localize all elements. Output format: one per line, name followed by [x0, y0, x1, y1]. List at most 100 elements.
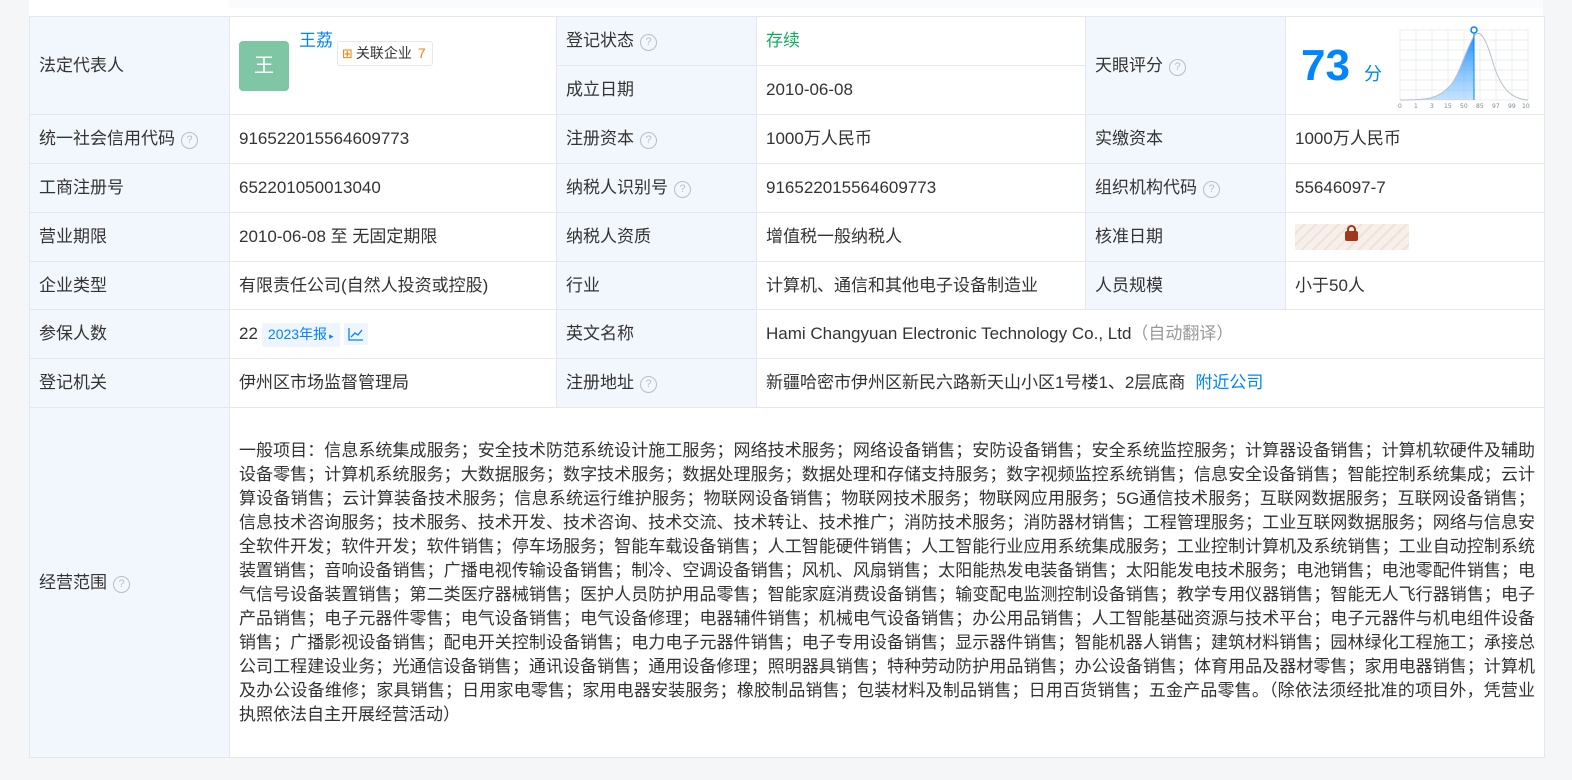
locked-value-button[interactable]: [1295, 224, 1409, 250]
label-company-type-text: 企业类型: [39, 275, 107, 295]
company-info-table: 法定代表人 王王荔⊞ 关联企业 7 登记状态? 存续 天眼评分? 73 分 0 …: [29, 16, 1545, 758]
nearby-companies-link[interactable]: 附近公司: [1195, 373, 1263, 392]
business-scope-value: 一般项目：信息系统集成服务；安全技术防范系统设计施工服务；网络技术服务；网络设备…: [229, 407, 1545, 758]
english-name-cell: Hami Changyuan Electronic Technology Co.…: [756, 309, 1545, 359]
label-taxpayer-id: 纳税人识别号?: [556, 163, 757, 213]
top-strip: [29, 0, 1543, 17]
related-companies-button[interactable]: ⊞ 关联企业 7: [337, 40, 433, 66]
score-axis-tick: 1: [1414, 103, 1418, 110]
label-english-name-text: 英文名称: [566, 324, 634, 343]
help-circle-icon[interactable]: ?: [640, 34, 657, 51]
founded-value: 2010-06-08: [756, 65, 1086, 115]
row-legal-rep: 法定代表人 王王荔⊞ 关联企业 7 登记状态? 存续 天眼评分? 73 分 0 …: [29, 16, 1545, 115]
biz-reg-no-value: 652201050013040: [229, 163, 557, 213]
label-founded-text: 成立日期: [566, 80, 634, 99]
label-biz-term: 营业期限: [29, 212, 230, 262]
help-circle-icon[interactable]: ?: [674, 181, 691, 198]
row-biz-term: 营业期限 2010-06-08 至 无固定期限 纳税人资质 增值税一般纳税人 核…: [29, 212, 1545, 262]
score-axis-tick: 97: [1492, 103, 1500, 110]
label-english-name: 英文名称: [556, 309, 757, 359]
label-scope: 经营范围?: [29, 407, 230, 758]
label-paid-capital-text: 实缴资本: [1095, 129, 1163, 148]
label-reg-capital-text: 注册资本: [566, 129, 634, 148]
row-scope: 经营范围? 一般项目：信息系统集成服务；安全技术防范系统设计施工服务；网络技术服…: [29, 407, 1545, 758]
taxpayer-qual-value: 增值税一般纳税人: [756, 212, 1086, 262]
label-staff-size-text: 人员规模: [1095, 275, 1163, 295]
row-biz-reg-no: 工商注册号 652201050013040 纳税人识别号? 9165220155…: [29, 163, 1545, 213]
triangle-right-icon: ▸: [329, 330, 334, 341]
label-insured-text: 参保人数: [39, 324, 107, 343]
org-code-value: 55646097-7: [1285, 163, 1545, 213]
label-reg-authority-text: 登记机关: [39, 373, 107, 392]
row-insured: 参保人数 22 2023年报 ▸ 英文名称 Hami Changyuan Elect…: [29, 309, 1545, 359]
label-founded: 成立日期: [556, 65, 757, 115]
label-paid-capital: 实缴资本: [1085, 114, 1286, 164]
label-credit-code-text: 统一社会信用代码: [39, 129, 175, 148]
help-circle-icon[interactable]: ?: [113, 575, 130, 593]
legal-rep-name-link[interactable]: 王荔: [299, 31, 333, 50]
top-strip-inner: [229, 0, 1543, 8]
label-tianyan-score-text: 天眼评分: [1095, 55, 1163, 75]
reg-capital-value: 1000万人民币: [756, 114, 1086, 164]
english-name-value: Hami Changyuan Electronic Technology Co.…: [766, 324, 1132, 343]
label-biz-reg-no-text: 工商注册号: [39, 178, 124, 197]
trend-chart-icon: [347, 328, 363, 341]
label-reg-status-text: 登记状态: [566, 31, 634, 50]
label-biz-reg-no: 工商注册号: [29, 163, 230, 213]
row-credit-code: 统一社会信用代码? 916522015564609773 注册资本? 1000万…: [29, 114, 1545, 164]
label-insured: 参保人数: [29, 309, 230, 359]
score-unit: 分: [1364, 63, 1382, 84]
score-axis-tick: 100: [1522, 103, 1530, 110]
label-legal-rep: 法定代表人: [29, 16, 230, 115]
legal-rep-cell: 王王荔 ⊞ 关联企业 7: [229, 16, 557, 115]
credit-code-value: 916522015564609773: [229, 114, 557, 164]
trend-chart-button[interactable]: [343, 323, 368, 346]
help-circle-icon[interactable]: ?: [640, 132, 657, 149]
row-reg-authority: 登记机关 伊州区市场监督管理局 注册地址? 新疆哈密市伊州区新民六路新天山小区1…: [29, 358, 1545, 408]
auto-translate-note: （自动翻译）: [1131, 324, 1234, 343]
label-taxpayer-qual: 纳税人资质: [556, 212, 757, 262]
label-tianyan-score: 天眼评分?: [1085, 16, 1286, 115]
label-credit-code: 统一社会信用代码?: [29, 114, 230, 164]
help-circle-icon[interactable]: ?: [1169, 58, 1186, 76]
score-axis-tick: 99: [1508, 103, 1516, 110]
avatar[interactable]: 王: [239, 40, 289, 91]
company-type-value: 有限责任公司(自然人投资或控股): [229, 261, 557, 310]
label-scope-text: 经营范围: [39, 572, 107, 592]
label-industry-text: 行业: [566, 275, 600, 295]
score-marker-dot: [1470, 25, 1478, 34]
label-industry: 行业: [556, 261, 757, 310]
reg-status-value: 存续: [756, 16, 1086, 66]
row-company-type: 企业类型 有限责任公司(自然人投资或控股) 行业 计算机、通信和其他电子设备制造…: [29, 261, 1545, 310]
score-value: 73: [1301, 40, 1350, 90]
insured-cell: 22 2023年报 ▸: [229, 309, 557, 359]
score-axis-tick: 3: [1430, 103, 1434, 110]
annual-report-year-button[interactable]: 2023年报 ▸: [261, 322, 340, 347]
label-legal-rep-text: 法定代表人: [39, 55, 124, 75]
score-axis-tick: 85: [1476, 103, 1484, 110]
biz-term-value: 2010-06-08 至 无固定期限: [229, 212, 557, 262]
annual-report-year-label: 2023年报: [267, 325, 328, 342]
tianyan-score-cell[interactable]: 73 分 0 1 3 15 50 85 97 99 10: [1285, 16, 1545, 115]
related-companies-count: 7: [417, 44, 426, 61]
status-badge: 存续: [766, 31, 800, 50]
label-biz-term-text: 营业期限: [39, 227, 107, 246]
label-reg-capital: 注册资本?: [556, 114, 757, 164]
label-org-code-text: 组织机构代码: [1095, 178, 1197, 197]
score-widget[interactable]: 73 分 0 1 3 15 50 85 97 99 10: [1286, 18, 1544, 114]
help-circle-icon[interactable]: ?: [181, 132, 198, 149]
score-axis-tick: 0: [1398, 103, 1402, 110]
help-circle-icon[interactable]: ?: [640, 376, 657, 393]
insured-count: 22: [239, 323, 258, 343]
score-axis-tick: 15: [1444, 103, 1452, 110]
taxpayer-id-value: 916522015564609773: [756, 163, 1086, 213]
org-tree-icon: ⊞: [342, 45, 353, 61]
reg-address-cell: 新疆哈密市伊州区新民六路新天山小区1号楼1、2层底商 附近公司: [756, 358, 1545, 408]
label-company-type: 企业类型: [29, 261, 230, 310]
help-circle-icon[interactable]: ?: [1203, 181, 1220, 198]
label-staff-size: 人员规模: [1085, 261, 1286, 310]
score-axis-tick: 50: [1460, 103, 1468, 110]
label-org-code: 组织机构代码?: [1085, 163, 1286, 213]
label-taxpayer-id-text: 纳税人识别号: [566, 178, 668, 197]
score-distribution-chart: 0 1 3 15 50 85 97 99 100: [1398, 25, 1530, 110]
